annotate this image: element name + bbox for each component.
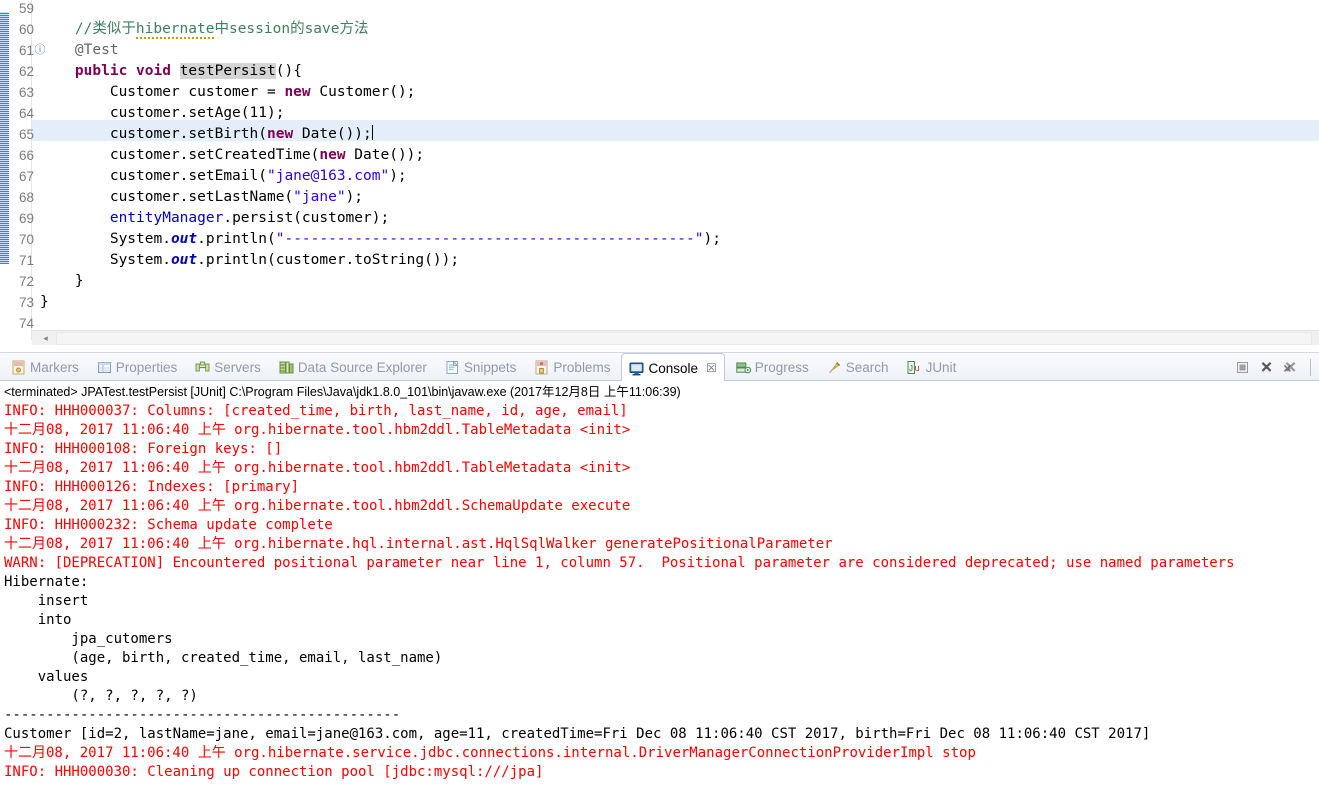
console-output-line: (?, ?, ?, ?, ?) — [4, 688, 198, 704]
console-output-line: 十二月08, 2017 11:06:40 上午 org.hibernate.se… — [4, 745, 976, 761]
close-icon[interactable]: ☒ — [706, 361, 717, 375]
svg-text:u: u — [914, 363, 919, 373]
console-icon — [629, 361, 644, 376]
snippets-icon — [445, 360, 460, 375]
console-output-line: jpa_cutomers — [4, 631, 173, 647]
line-number: 72 — [18, 274, 34, 289]
console-output-line: INFO: HHH000030: Cleaning up connection … — [4, 764, 544, 780]
tab-console[interactable]: Console ☒ — [621, 353, 725, 383]
console-output-line: 十二月08, 2017 11:06:40 上午 org.hibernate.to… — [4, 498, 631, 514]
line-number: 65 — [18, 127, 34, 142]
tab-label: Progress — [754, 360, 809, 375]
tab-junit[interactable]: Ju JUnit — [900, 353, 964, 382]
line-number: 69 — [18, 211, 34, 226]
line-number: 68 — [18, 190, 34, 205]
line-number: 63 — [18, 85, 34, 100]
console-output-line: 十二月08, 2017 11:06:40 上午 org.hibernate.hq… — [4, 536, 833, 552]
terminated-process-label: <terminated> JPATest.testPersist [JUnit]… — [4, 385, 681, 399]
line-number: 74 — [18, 316, 34, 331]
console-output-line: INFO: HHH000126: Indexes: [primary] — [4, 479, 300, 495]
tab-problems[interactable]: Problems — [527, 353, 617, 382]
line-number: 66 — [18, 148, 34, 163]
svg-text:J: J — [909, 364, 913, 373]
code-line[interactable]: } — [40, 292, 49, 313]
line-number: 59 — [18, 1, 34, 16]
eclipse-ide-window: 59 60 61 ⓘ 62 63 64 65 66 67 68 69 70 71 72 73 74 //类似于h… — [0, 0, 1319, 786]
code-line[interactable]: entityManager.persist(customer); — [40, 208, 389, 229]
tab-data-source-explorer[interactable]: Data Source Explorer — [272, 353, 434, 382]
console-output[interactable]: INFO: HHH000037: Columns: [created_time,… — [4, 402, 1319, 786]
console-output-line: INFO: HHH000232: Schema update complete — [4, 517, 333, 533]
tab-label: JUnit — [925, 360, 957, 375]
console-output-line: into — [4, 612, 72, 628]
tab-label: Search — [845, 360, 889, 375]
code-line[interactable]: } — [40, 271, 84, 292]
tab-label: Markers — [30, 360, 79, 375]
code-line[interactable]: System.out.println("--------------------… — [40, 229, 721, 250]
progress-icon — [736, 360, 751, 375]
tab-markers[interactable]: Markers — [4, 353, 86, 382]
properties-icon — [97, 360, 112, 375]
problems-icon — [534, 360, 549, 375]
tab-progress[interactable]: Progress — [729, 353, 816, 382]
code-line[interactable]: //类似于hibernate中session的save方法 — [40, 19, 369, 40]
console-output-line: INFO: HHH000037: Columns: [created_time,… — [4, 403, 628, 419]
console-toolbar[interactable] — [1235, 353, 1311, 382]
tab-search[interactable]: Search — [820, 353, 896, 382]
console-output-line: INFO: HHH000108: Foreign keys: [] — [4, 441, 283, 457]
line-number: 67 — [18, 169, 34, 184]
line-number: 73 — [18, 295, 34, 310]
code-line[interactable]: System.out.println(customer.toString()); — [40, 250, 459, 271]
tab-label: Snippets — [463, 360, 517, 375]
java-code-editor[interactable]: 59 60 61 ⓘ 62 63 64 65 66 67 68 69 70 71 72 73 74 //类似于h… — [0, 0, 1319, 352]
code-line[interactable]: customer.setCreatedTime(new Date()); — [40, 145, 424, 166]
line-number: 70 — [18, 232, 34, 247]
tab-properties[interactable]: Properties — [90, 353, 185, 382]
console-output-line: values — [4, 669, 89, 685]
console-output-line: ----------------------------------------… — [4, 707, 401, 723]
tab-label: Servers — [214, 360, 261, 375]
markers-icon — [11, 360, 26, 375]
code-line[interactable]: public void testPersist(){ — [40, 61, 302, 82]
line-number: 64 — [18, 106, 34, 121]
junit-icon: Ju — [907, 360, 922, 375]
toolbar-divider — [1310, 359, 1311, 376]
servers-icon — [195, 360, 210, 375]
view-tab-bar[interactable]: Markers Properties Servers Data Source Expl… — [0, 352, 1319, 383]
tab-label: Data Source Explorer — [297, 360, 427, 375]
console-output-line: Hibernate: — [4, 574, 97, 590]
code-line[interactable]: Customer customer = new Customer(); — [40, 82, 416, 103]
tab-label: Console — [648, 360, 698, 376]
code-line[interactable]: customer.setLastName("jane"); — [40, 187, 363, 208]
code-content[interactable]: //类似于hibernate中session的save方法 @Test publ… — [32, 0, 1319, 340]
console-output-line: Customer [id=2, lastName=jane, email=jan… — [4, 726, 1151, 742]
console-output-line: 十二月08, 2017 11:06:40 上午 org.hibernate.to… — [4, 422, 631, 438]
line-number: 71 — [18, 253, 34, 268]
terminate-button[interactable] — [1235, 360, 1250, 375]
data-source-explorer-icon — [279, 360, 294, 375]
remove-launch-button[interactable] — [1259, 360, 1274, 375]
scrollbar-thumb[interactable] — [56, 332, 1312, 345]
line-number: 61 — [18, 43, 34, 58]
code-line[interactable]: customer.setEmail("jane@163.com"); — [40, 166, 407, 187]
console-output-line: WARN: [DEPRECATION] Encountered position… — [4, 555, 1235, 571]
search-icon — [827, 360, 842, 375]
code-line[interactable]: customer.setAge(11); — [40, 103, 285, 124]
tab-snippets[interactable]: Snippets — [438, 353, 524, 382]
chevron-left-icon[interactable]: ◂ — [40, 333, 51, 344]
code-line[interactable]: @Test — [40, 40, 119, 61]
console-output-line: 十二月08, 2017 11:06:40 上午 org.hibernate.to… — [4, 460, 631, 476]
console-view[interactable]: <terminated> JPATest.testPersist [JUnit]… — [0, 381, 1319, 786]
editor-horizontal-scrollbar[interactable]: ◂ — [32, 330, 1319, 345]
tab-label: Properties — [115, 360, 178, 375]
remove-all-terminated-button[interactable] — [1283, 360, 1298, 375]
console-output-line: (age, birth, created_time, email, last_n… — [4, 650, 443, 666]
line-number: 62 — [18, 64, 34, 79]
code-line[interactable]: customer.setBirth(new Date()); — [40, 124, 373, 145]
tab-label: Problems — [553, 360, 611, 375]
line-number: 60 — [18, 22, 34, 37]
console-output-line: insert — [4, 593, 97, 609]
tab-servers[interactable]: Servers — [188, 353, 268, 382]
